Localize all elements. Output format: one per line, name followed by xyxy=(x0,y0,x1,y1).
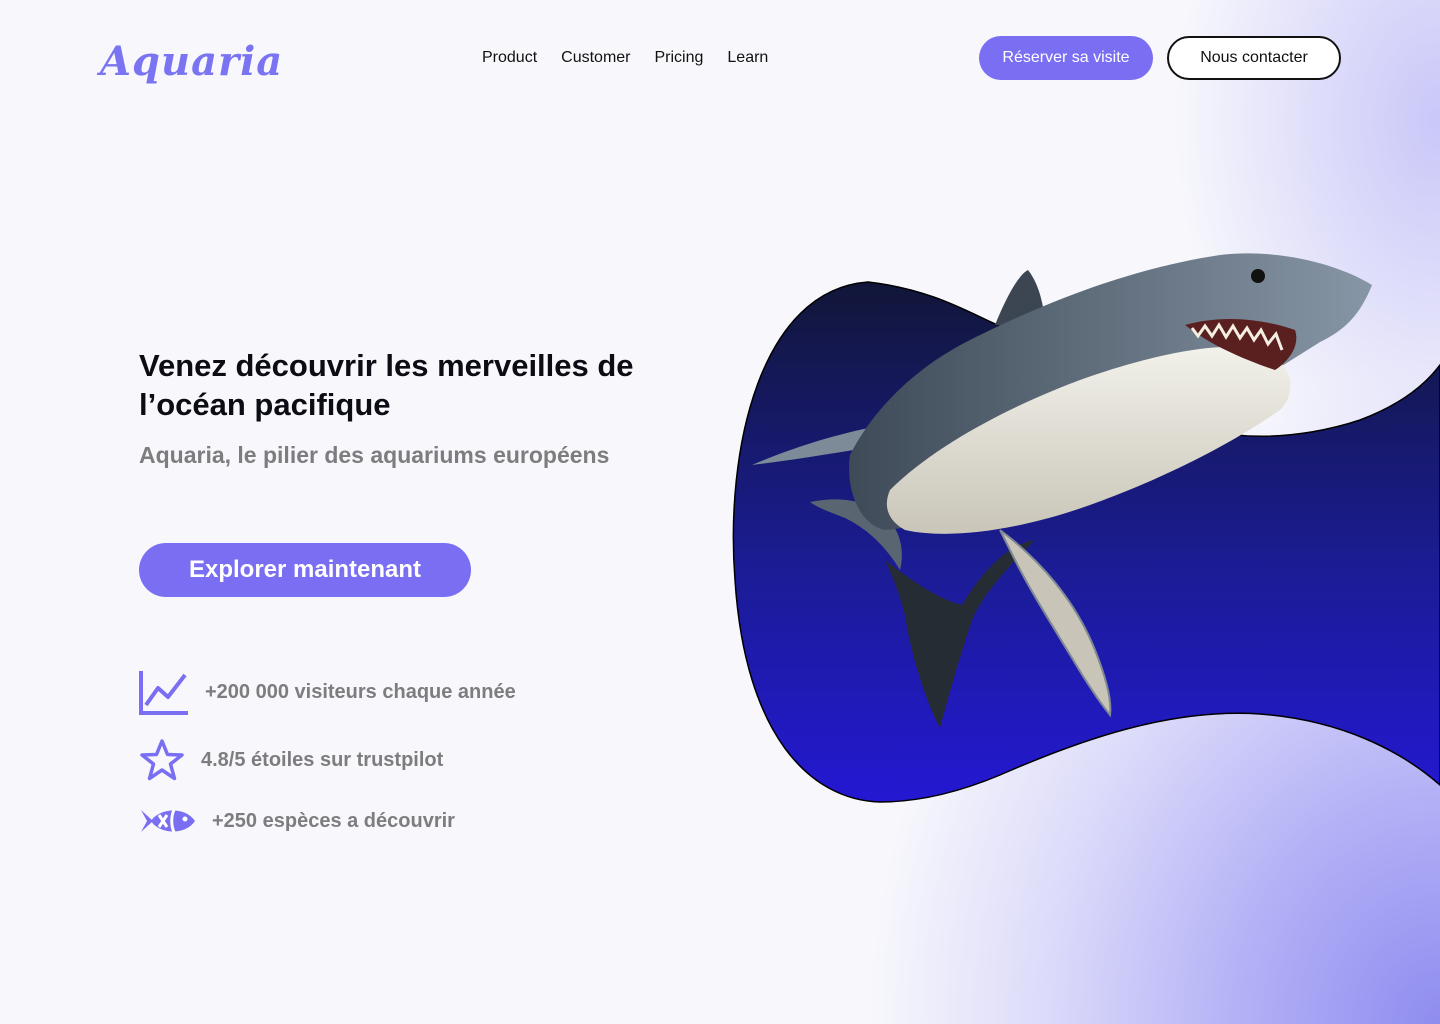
chart-line-icon xyxy=(139,669,189,715)
nav-item-customer[interactable]: Customer xyxy=(561,47,630,69)
nav-item-product[interactable]: Product xyxy=(482,47,537,69)
hero-title: Venez découvrir les merveilles de l’océa… xyxy=(139,348,634,422)
nav-item-learn[interactable]: Learn xyxy=(727,47,768,69)
fish-icon xyxy=(139,804,197,838)
hero-subtitle: Aquaria, le pilier des aquariums europée… xyxy=(139,442,610,468)
stat-rating: 4.8/5 étoiles sur trustpilot xyxy=(139,738,443,782)
contact-button[interactable]: Nous contacter xyxy=(1167,36,1341,80)
book-visit-button[interactable]: Réserver sa visite xyxy=(979,36,1153,80)
stat-rating-label: 4.8/5 étoiles sur trustpilot xyxy=(201,748,444,771)
explore-button[interactable]: Explorer maintenant xyxy=(139,543,471,597)
nav-item-pricing[interactable]: Pricing xyxy=(655,47,704,69)
stat-species: +250 espèces a découvrir xyxy=(139,804,455,838)
stat-species-label: +250 espèces a découvrir xyxy=(212,809,455,832)
brand-logo[interactable]: Aquaria xyxy=(100,34,282,94)
star-icon xyxy=(139,738,185,782)
hero-visual xyxy=(700,230,1440,830)
hero-illustration xyxy=(732,253,1440,803)
stat-visitors: +200 000 visiteurs chaque année xyxy=(139,669,516,715)
stat-visitors-label: +200 000 visiteurs chaque année xyxy=(205,680,516,703)
brand-logo-text: Aquaria xyxy=(100,38,284,85)
main-nav: Product Customer Pricing Learn xyxy=(482,47,768,69)
